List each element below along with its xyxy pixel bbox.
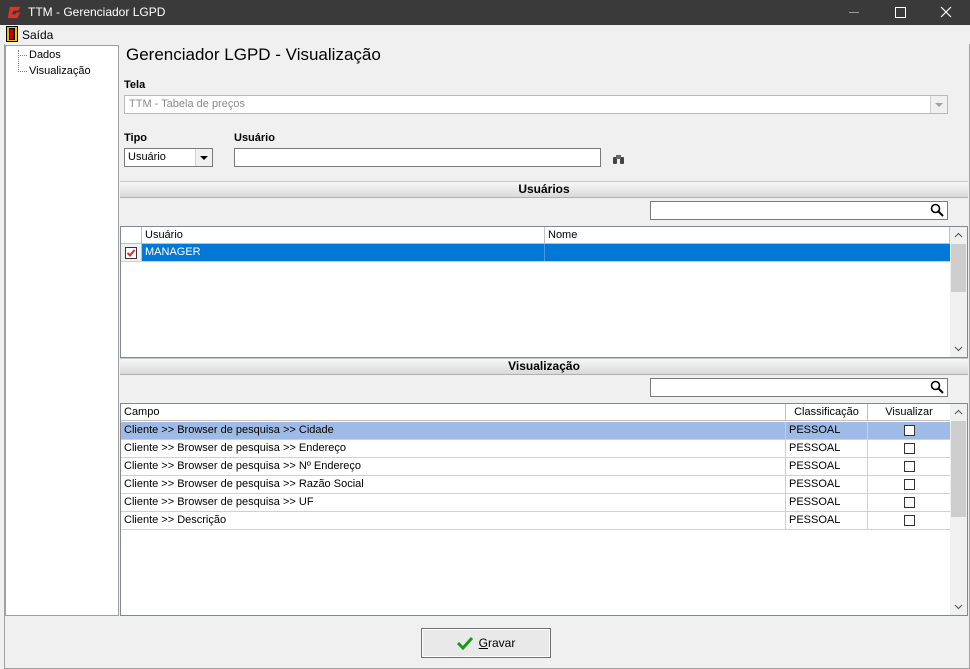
tree-item-dados[interactable]: Dados: [28, 49, 62, 61]
visualizar-checkbox[interactable]: [903, 443, 915, 454]
usuario-input[interactable]: [234, 148, 601, 167]
cell-classificacao: PESSOAL: [786, 494, 868, 511]
row-select-cell[interactable]: [121, 244, 142, 261]
table-row[interactable]: Cliente >> Browser de pesquisa >> Endere…: [121, 440, 950, 458]
cell-classificacao: PESSOAL: [786, 512, 868, 529]
table-row[interactable]: Cliente >> Browser de pesquisa >> Cidade…: [121, 422, 950, 440]
exit-door-icon: [6, 26, 18, 42]
window-title: TTM - Gerenciador LGPD: [28, 5, 166, 19]
visualizacao-grid: Campo Classificação Visualizar Cliente >…: [120, 403, 968, 616]
chevron-down-icon: [195, 149, 212, 166]
cell-campo: Cliente >> Descrição: [121, 512, 786, 529]
table-row[interactable]: Cliente >> Browser de pesquisa >> UF PES…: [121, 494, 950, 512]
table-row[interactable]: Cliente >> Browser de pesquisa >> Razão …: [121, 476, 950, 494]
save-button-label: Gravar: [479, 636, 516, 650]
visualizacao-scrollbar[interactable]: [950, 404, 967, 615]
cell-visualizar: [868, 422, 950, 439]
maximize-icon: [895, 7, 906, 18]
checkmark-icon: [456, 636, 473, 650]
column-header-nome[interactable]: Nome: [545, 227, 950, 244]
tela-label: Tela: [124, 79, 146, 91]
visualizar-checkbox[interactable]: [903, 515, 915, 526]
close-button[interactable]: [923, 0, 969, 25]
tipo-select[interactable]: Usuário: [124, 148, 213, 167]
chevron-down-icon: [930, 96, 947, 113]
tela-select[interactable]: TTM - Tabela de preços: [124, 95, 948, 114]
cell-campo: Cliente >> Browser de pesquisa >> Endere…: [121, 440, 786, 457]
usuarios-grid-header: Usuário Nome: [121, 227, 950, 244]
cell-nome: [545, 244, 950, 261]
visualizar-checkbox[interactable]: [903, 425, 915, 436]
save-button[interactable]: Gravar: [421, 628, 551, 658]
cell-visualizar: [868, 494, 950, 511]
tree-connector: [18, 50, 19, 72]
chevron-down-icon[interactable]: [954, 344, 963, 353]
title-bar: TTM - Gerenciador LGPD: [0, 0, 970, 25]
search-icon[interactable]: [930, 380, 944, 394]
chevron-up-icon[interactable]: [954, 408, 963, 417]
visualizar-checkbox[interactable]: [903, 497, 915, 508]
cell-classificacao: PESSOAL: [786, 440, 868, 457]
cell-visualizar: [868, 458, 950, 475]
tipo-select-value: Usuário: [128, 151, 166, 163]
scrollbar-thumb[interactable]: [951, 421, 966, 517]
usuarios-section-header: Usuários: [120, 181, 968, 198]
search-icon[interactable]: [930, 203, 944, 217]
close-icon: [940, 6, 952, 18]
cell-campo: Cliente >> Browser de pesquisa >> Nº End…: [121, 458, 786, 475]
column-header-campo[interactable]: Campo: [121, 404, 786, 421]
save-label-rest: ravar: [488, 636, 516, 650]
cell-visualizar: [868, 440, 950, 457]
tree-connector: [18, 71, 27, 72]
visualizacao-grid-header: Campo Classificação Visualizar: [121, 404, 950, 421]
tela-select-value: TTM - Tabela de preços: [129, 98, 245, 110]
table-row[interactable]: Cliente >> Browser de pesquisa >> Nº End…: [121, 458, 950, 476]
tree-item-visualizacao[interactable]: Visualização: [28, 65, 92, 77]
usuarios-grid: Usuário Nome MANAGER: [120, 226, 968, 358]
usuarios-scrollbar[interactable]: [950, 227, 967, 357]
usuario-label: Usuário: [234, 132, 275, 144]
cell-usuario: MANAGER: [142, 244, 545, 261]
column-header-classificacao[interactable]: Classificação: [786, 404, 868, 421]
visualizacao-section-header: Visualização: [120, 358, 968, 375]
cell-classificacao: PESSOAL: [786, 458, 868, 475]
save-accelerator: G: [478, 636, 488, 650]
minimize-button[interactable]: [831, 0, 877, 25]
visualizacao-search-input[interactable]: [650, 378, 948, 397]
binoculars-icon[interactable]: [612, 154, 625, 165]
menu-bar: Saída: [0, 25, 970, 44]
table-row[interactable]: Cliente >> Descrição PESSOAL: [121, 512, 950, 530]
menu-item-saida[interactable]: Saída: [22, 28, 53, 42]
minimize-icon: [849, 12, 859, 13]
page-title: Gerenciador LGPD - Visualização: [126, 45, 381, 64]
column-header-usuario[interactable]: Usuário: [142, 227, 545, 244]
column-header-select: [121, 227, 142, 244]
chevron-up-icon[interactable]: [954, 231, 963, 240]
visualizar-checkbox[interactable]: [903, 461, 915, 472]
navigation-tree: Dados Visualização: [5, 45, 119, 616]
column-header-visualizar[interactable]: Visualizar: [868, 404, 950, 421]
tree-connector: [18, 55, 27, 56]
cell-campo: Cliente >> Browser de pesquisa >> Razão …: [121, 476, 786, 493]
visualizar-checkbox[interactable]: [903, 479, 915, 490]
cell-campo: Cliente >> Browser de pesquisa >> Cidade: [121, 422, 786, 439]
tipo-label: Tipo: [124, 132, 148, 144]
cell-visualizar: [868, 476, 950, 493]
usuarios-search-input[interactable]: [650, 201, 948, 220]
maximize-button[interactable]: [877, 0, 923, 25]
cell-visualizar: [868, 512, 950, 529]
checkbox-checked-icon[interactable]: [125, 247, 137, 259]
cell-classificacao: PESSOAL: [786, 476, 868, 493]
chevron-down-icon[interactable]: [954, 602, 963, 611]
table-row[interactable]: MANAGER: [121, 244, 950, 262]
scrollbar-thumb[interactable]: [951, 244, 966, 292]
cell-campo: Cliente >> Browser de pesquisa >> UF: [121, 494, 786, 511]
app-logo-icon: [7, 6, 21, 19]
cell-classificacao: PESSOAL: [786, 422, 868, 439]
